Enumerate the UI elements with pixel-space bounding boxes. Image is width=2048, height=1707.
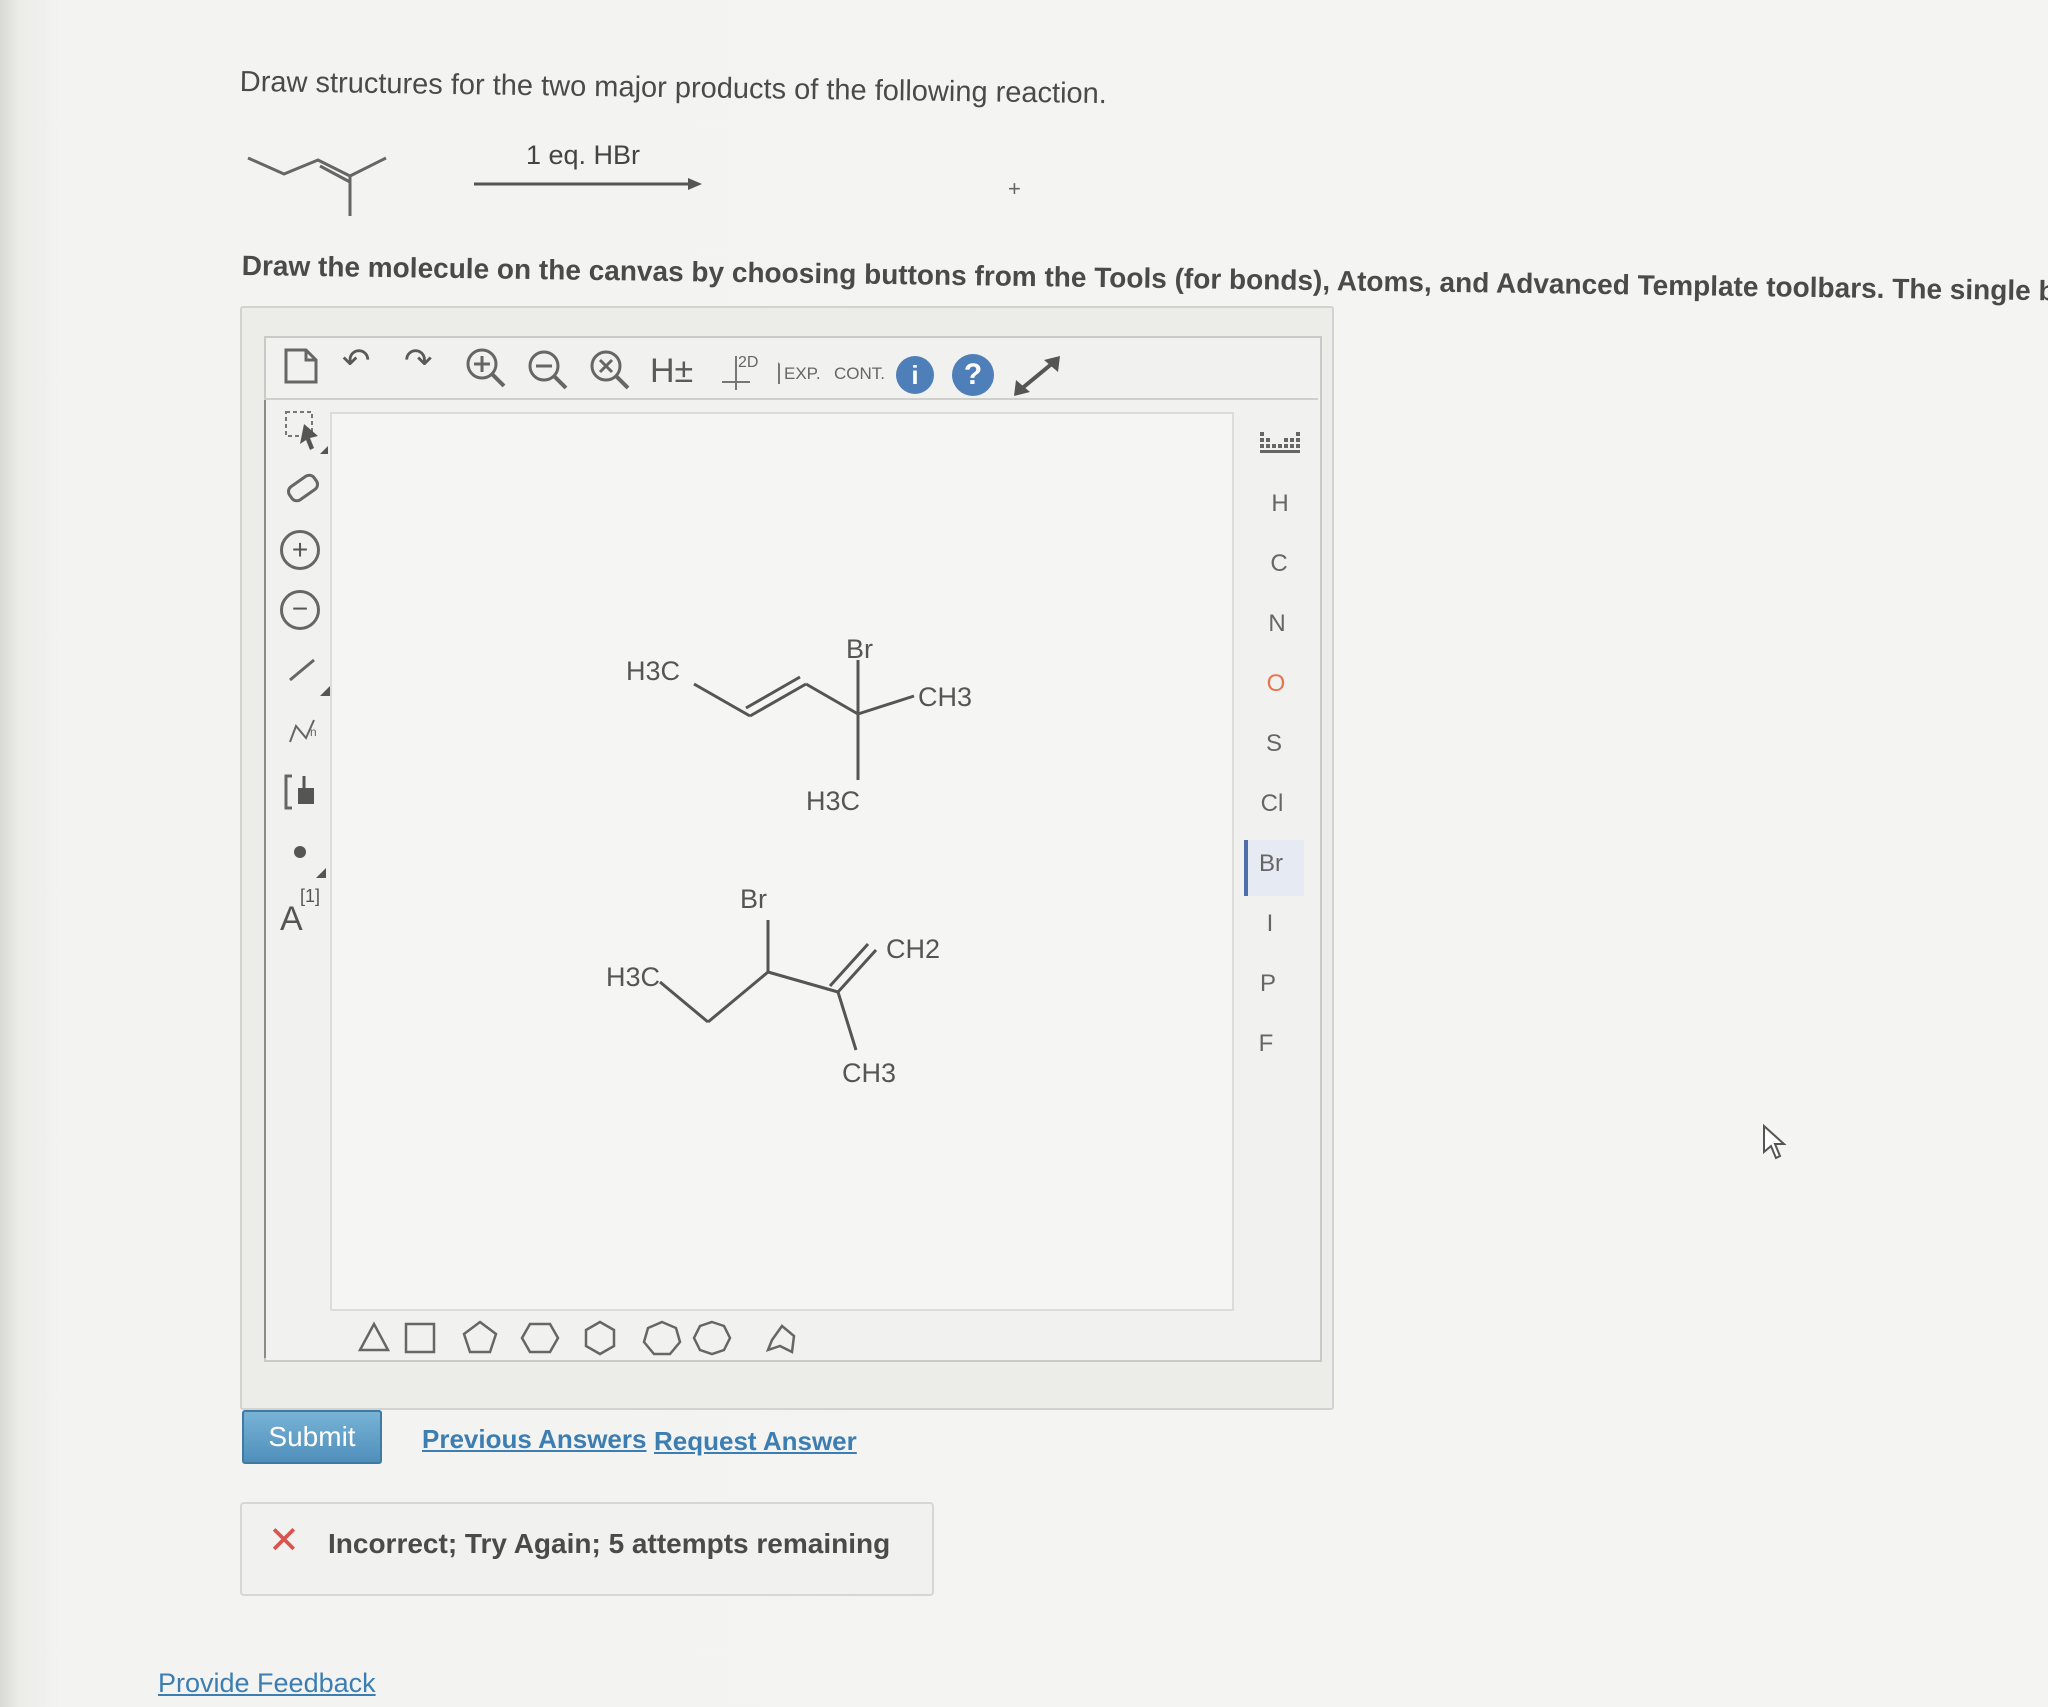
new-document-icon[interactable] xyxy=(282,346,320,386)
cyclooctane-template-icon xyxy=(692,1320,732,1356)
expand-button[interactable]: EXP. xyxy=(778,362,825,384)
chair-template-icon xyxy=(765,1324,796,1354)
cyclopentane-template-icon xyxy=(462,1320,498,1354)
provide-feedback-link[interactable]: Provide Feedback xyxy=(158,1668,376,1699)
selection-tool-icon[interactable] xyxy=(282,408,328,458)
positive-charge-label: + xyxy=(291,534,309,565)
incorrect-icon: ✕ xyxy=(268,1520,300,1562)
molecule-2[interactable] xyxy=(600,890,1020,1110)
atom-label-tool[interactable]: A [1] xyxy=(278,886,332,938)
negative-charge-label: − xyxy=(291,593,309,624)
molecule-1-ch3-right: CH3 xyxy=(918,682,973,712)
redo-icon[interactable]: ↷ xyxy=(404,344,433,378)
top-toolbar-divider xyxy=(264,398,1318,400)
left-toolbar-divider xyxy=(264,400,266,1358)
radical-tool-icon[interactable] xyxy=(288,840,332,884)
mouse-cursor-icon xyxy=(1763,1123,1787,1160)
feedback-message: Incorrect; Try Again; 5 attempts remaini… xyxy=(328,1528,891,1559)
drawing-canvas[interactable] xyxy=(330,412,1234,1311)
periodic-table-icon[interactable] xyxy=(1258,428,1304,462)
request-answer-link[interactable]: Request Answer xyxy=(654,1426,857,1457)
clean-2d-label: 2D xyxy=(738,354,759,371)
chain-tool-icon[interactable]: n xyxy=(284,712,328,756)
molecule-2-ch3: CH3 xyxy=(842,1058,897,1088)
question-prompt: Draw structures for the two major produc… xyxy=(239,66,1108,111)
atom-br-button[interactable]: Br xyxy=(1251,850,1291,878)
atom-h-button[interactable]: H xyxy=(1260,490,1300,518)
atom-o-button[interactable]: O xyxy=(1256,670,1296,698)
positive-charge-button[interactable]: + xyxy=(280,530,320,570)
zoom-in-icon[interactable] xyxy=(464,346,508,390)
help-icon[interactable]: ? xyxy=(952,354,994,396)
zoom-out-icon[interactable] xyxy=(526,348,570,392)
info-icon[interactable]: i xyxy=(896,356,934,394)
molecule-2-h3c: H3C xyxy=(606,962,661,992)
svg-text:n: n xyxy=(310,725,317,739)
contract-button[interactable]: CONT. xyxy=(830,364,889,384)
molecule-2-br: Br xyxy=(740,884,767,914)
hydrogen-toggle[interactable]: H± xyxy=(650,352,693,391)
molecule-1-br: Br xyxy=(846,634,873,664)
atom-c-button[interactable]: C xyxy=(1259,550,1299,578)
atom-label-index: [1] xyxy=(300,886,321,906)
molecule-1-h3c-left: H3C xyxy=(626,656,681,686)
atom-p-button[interactable]: P xyxy=(1248,970,1288,998)
template-toolbar xyxy=(357,1320,796,1356)
reaction-arrow xyxy=(474,178,702,190)
negative-charge-button[interactable]: − xyxy=(280,590,320,630)
bracket-tool-icon[interactable] xyxy=(282,770,326,814)
reactant-structure xyxy=(247,156,387,216)
fullscreen-icon[interactable] xyxy=(1010,354,1064,398)
reagent-label: 1 eq. HBr xyxy=(526,140,641,170)
atom-cl-button[interactable]: Cl xyxy=(1252,790,1292,818)
submit-button[interactable]: Submit xyxy=(242,1410,382,1464)
cyclobutane-template-icon xyxy=(404,1322,436,1354)
single-bond-tool-icon[interactable] xyxy=(284,650,334,700)
plus-sign: + xyxy=(1008,176,1021,201)
benzene-template-icon xyxy=(584,1320,616,1356)
eraser-icon[interactable] xyxy=(282,468,324,510)
drawing-instructions: Draw the molecule on the canvas by choos… xyxy=(241,250,2048,307)
clean-2d-button[interactable]: 2D xyxy=(716,352,770,392)
page: Draw structures for the two major produc… xyxy=(0,0,2048,1707)
zoom-reset-icon[interactable] xyxy=(588,348,632,392)
atom-s-button[interactable]: S xyxy=(1254,730,1294,758)
molecule-2-ch2: CH2 xyxy=(886,934,941,964)
cyclohexane-template-icon xyxy=(520,1322,560,1354)
molecule-1-h3c-bottom: H3C xyxy=(806,786,861,816)
undo-icon[interactable]: ↶ xyxy=(342,344,371,378)
atom-n-button[interactable]: N xyxy=(1257,610,1297,638)
atom-i-button[interactable]: I xyxy=(1250,910,1290,938)
atom-f-button[interactable]: F xyxy=(1246,1030,1286,1058)
cycloheptane-template-icon xyxy=(642,1320,682,1356)
cyclopropane-template-icon xyxy=(357,1321,391,1352)
previous-answers-link[interactable]: Previous Answers xyxy=(422,1424,646,1455)
